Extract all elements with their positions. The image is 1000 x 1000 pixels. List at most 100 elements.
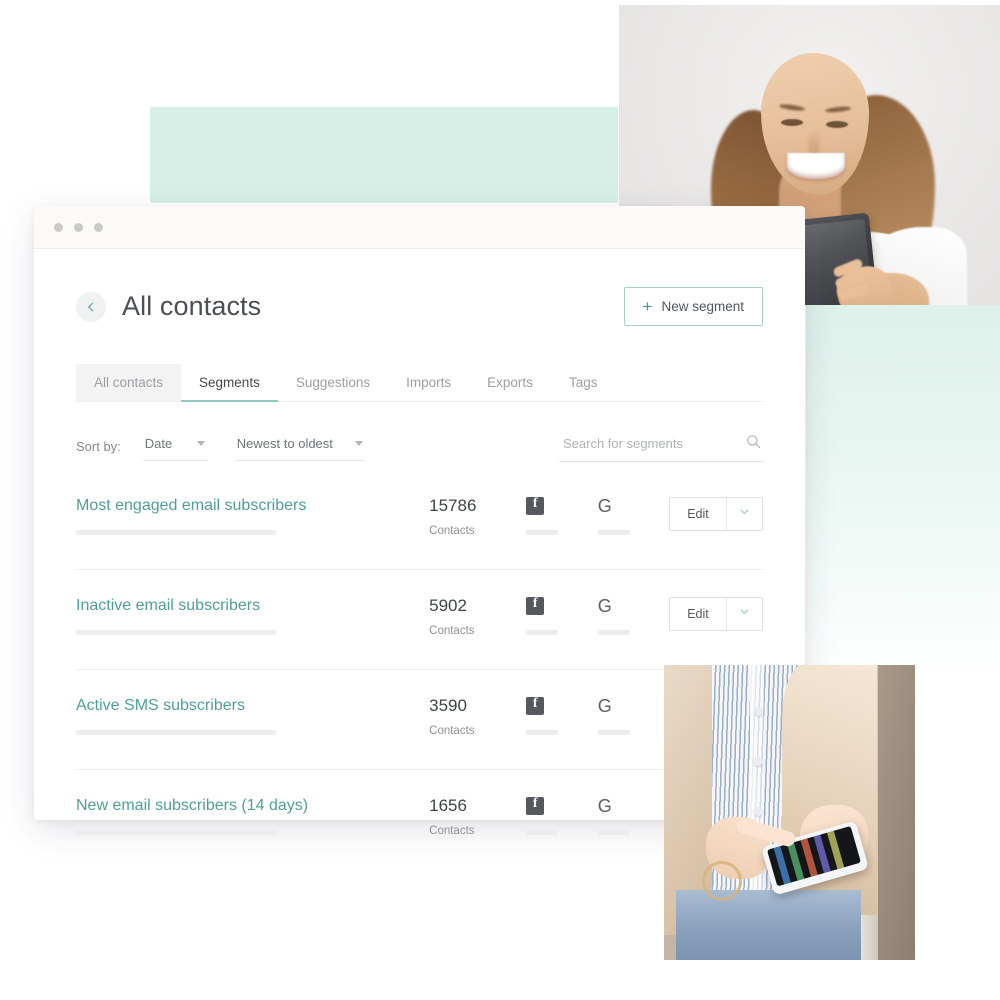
google-sync-cell: G: [597, 797, 669, 835]
row-actions: Edit: [669, 597, 763, 631]
google-placeholder-bar: [597, 730, 630, 735]
google-sync-cell: G: [597, 497, 669, 535]
segment-name-link[interactable]: New email subscribers (14 days): [76, 797, 429, 815]
facebook-sync-cell: [526, 596, 597, 635]
sort-order-value: Newest to oldest: [236, 435, 333, 451]
tab-exports[interactable]: Exports: [469, 364, 551, 401]
segment-count: 5902 Contacts: [429, 597, 526, 637]
chevron-down-icon: [738, 605, 751, 623]
segment-count: 15786 Contacts: [429, 497, 526, 537]
tab-all-contacts[interactable]: All contacts: [76, 364, 182, 401]
facebook-placeholder-bar: [526, 630, 559, 635]
search-input[interactable]: [561, 434, 725, 452]
tab-label: Suggestions: [295, 375, 371, 390]
row-dropdown-button[interactable]: [725, 498, 762, 530]
facebook-placeholder-bar: [526, 730, 559, 735]
facebook-sync-cell: [526, 796, 597, 835]
segment-count-label: Contacts: [429, 625, 475, 637]
segment-count-value: 1656: [429, 796, 467, 815]
tab-label: Tags: [568, 375, 598, 390]
google-icon[interactable]: G: [598, 697, 612, 715]
row-actions: Edit: [669, 497, 763, 531]
segment-name-link[interactable]: Most engaged email subscribers: [76, 497, 429, 515]
facebook-icon[interactable]: [526, 696, 545, 715]
sort-order-select[interactable]: Newest to oldest: [234, 432, 365, 461]
segment-main: New email subscribers (14 days): [76, 797, 429, 835]
page-header-left: All contacts: [76, 291, 261, 322]
sort-by-label: Sort by:: [76, 438, 121, 454]
facebook-placeholder-bar: [526, 830, 559, 835]
window-dot-minimize[interactable]: [74, 222, 83, 232]
segment-count-value: 3590: [429, 696, 467, 715]
search-icon[interactable]: [746, 434, 761, 452]
tab-suggestions[interactable]: Suggestions: [278, 364, 388, 401]
facebook-icon[interactable]: [526, 796, 545, 815]
facebook-icon[interactable]: [526, 596, 545, 615]
facebook-sync-cell: [526, 696, 597, 735]
google-icon[interactable]: G: [598, 497, 612, 515]
window-dot-close[interactable]: [54, 222, 63, 232]
tab-label: Exports: [487, 375, 533, 390]
sort-field-value: Date: [144, 435, 173, 451]
table-row[interactable]: New email subscribers (14 days) 1656 Con…: [76, 770, 763, 869]
tab-bar: All contacts Segments Suggestions Import…: [76, 364, 763, 402]
segment-search[interactable]: [559, 430, 763, 462]
chevron-left-icon: [84, 300, 98, 314]
tab-label: Imports: [406, 375, 452, 390]
segment-count: 3590 Contacts: [429, 697, 526, 737]
google-placeholder-bar: [597, 830, 630, 835]
segment-main: Active SMS subscribers: [76, 697, 429, 735]
tab-tags[interactable]: Tags: [551, 364, 616, 401]
sort-toolbar: Sort by: Date Newest to oldest: [76, 430, 763, 462]
segment-list: Most engaged email subscribers 15786 Con…: [76, 470, 763, 869]
segment-main: Most engaged email subscribers: [76, 497, 429, 535]
facebook-sync-cell: [526, 496, 597, 535]
tab-label: Segments: [199, 375, 260, 390]
new-segment-button[interactable]: + New segment: [623, 287, 763, 326]
mint-decorative-block: [150, 107, 618, 203]
table-row[interactable]: Active SMS subscribers 3590 Contacts G: [76, 670, 763, 770]
google-icon[interactable]: G: [598, 797, 612, 815]
segment-count-value: 5902: [429, 596, 467, 615]
segment-progress-bar: [76, 729, 276, 735]
window-titlebar: [34, 206, 805, 249]
table-row[interactable]: Inactive email subscribers 5902 Contacts…: [76, 570, 763, 670]
segment-count-label: Contacts: [429, 525, 475, 537]
google-icon[interactable]: G: [598, 597, 612, 615]
back-button[interactable]: [76, 291, 106, 322]
page-title: All contacts: [122, 291, 262, 321]
facebook-icon[interactable]: [526, 496, 545, 515]
segment-count: 1656 Contacts: [429, 797, 526, 837]
segment-count-label: Contacts: [429, 825, 475, 837]
segment-count-value: 15786: [429, 496, 477, 515]
segment-name-link[interactable]: Inactive email subscribers: [76, 597, 429, 615]
chevron-down-icon: [738, 505, 751, 523]
mint-gradient-panel: [806, 305, 1000, 680]
segment-main: Inactive email subscribers: [76, 597, 429, 635]
photo-person-with-phone: [664, 665, 915, 960]
segment-name-link[interactable]: Active SMS subscribers: [76, 697, 429, 715]
google-placeholder-bar: [597, 530, 630, 535]
edit-button[interactable]: Edit: [670, 498, 726, 530]
new-segment-label: New segment: [661, 298, 744, 314]
google-sync-cell: G: [597, 697, 669, 735]
segment-progress-bar: [76, 629, 276, 635]
edit-button[interactable]: Edit: [670, 598, 726, 630]
page-header: All contacts + New segment: [76, 249, 763, 326]
sort-field-select[interactable]: Date: [142, 432, 207, 461]
plus-icon: +: [642, 297, 653, 316]
row-dropdown-button[interactable]: [725, 598, 762, 630]
google-placeholder-bar: [597, 630, 630, 635]
facebook-placeholder-bar: [526, 530, 559, 535]
tab-label: All contacts: [94, 375, 164, 390]
chevron-down-icon: [196, 440, 205, 446]
segment-progress-bar: [76, 529, 276, 535]
segment-progress-bar: [76, 829, 276, 835]
table-row[interactable]: Most engaged email subscribers 15786 Con…: [76, 470, 763, 570]
window-dot-maximize[interactable]: [94, 222, 103, 232]
page-root: All contacts + New segment All contacts …: [0, 0, 1000, 1000]
tab-imports[interactable]: Imports: [388, 364, 469, 401]
google-sync-cell: G: [597, 597, 669, 635]
segment-count-label: Contacts: [429, 725, 475, 737]
tab-segments[interactable]: Segments: [181, 364, 278, 402]
